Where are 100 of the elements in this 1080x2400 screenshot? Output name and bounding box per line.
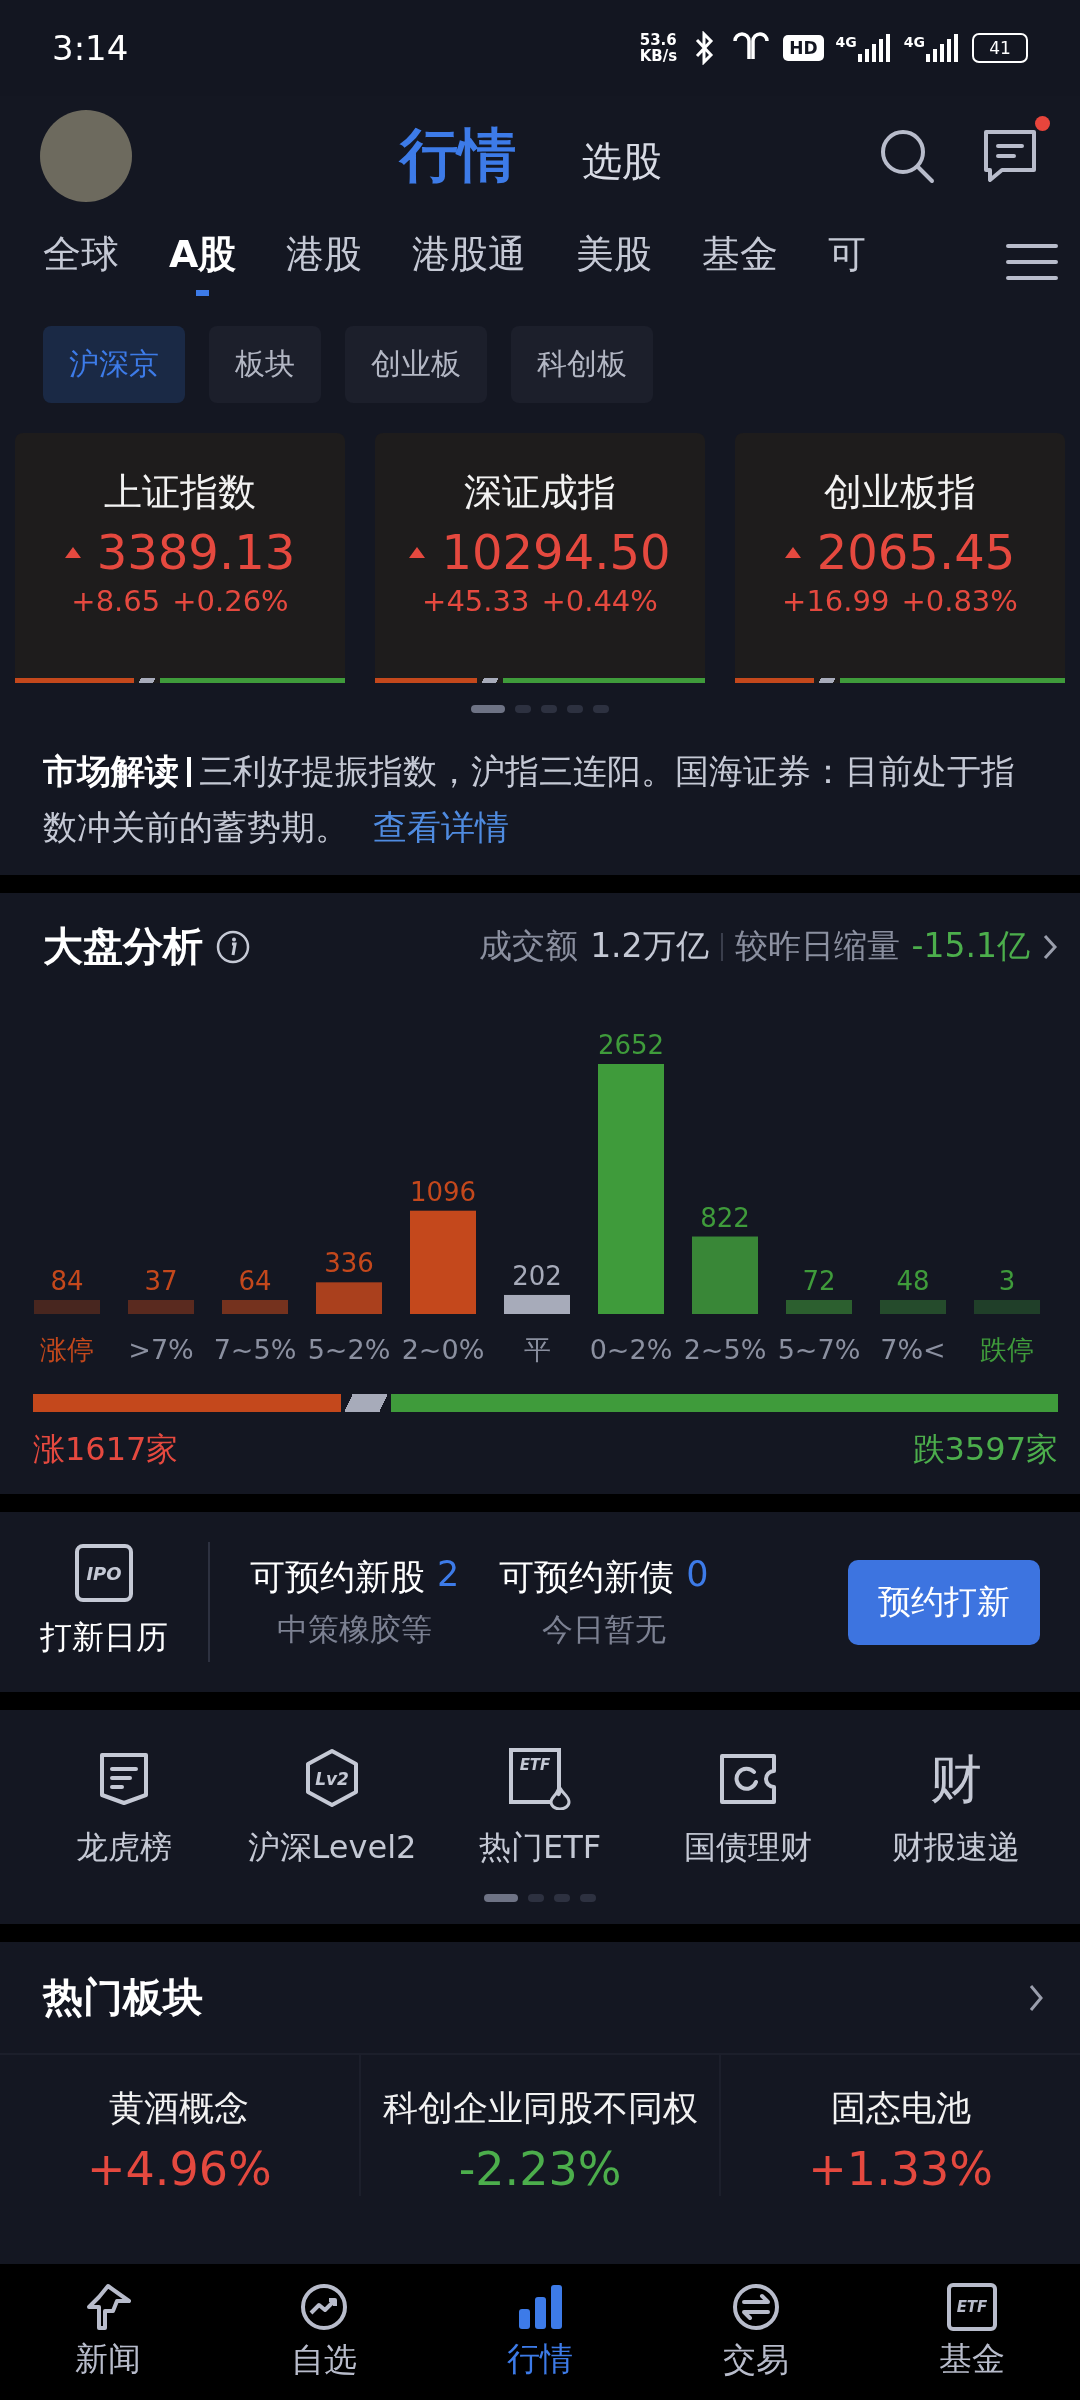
distribution-bar — [974, 1300, 1040, 1314]
market-tab[interactable]: 全球 — [43, 228, 119, 296]
flat-segment — [477, 678, 504, 683]
turnover-value: 1.2万亿 — [590, 925, 709, 967]
range-label: 平 — [523, 1334, 551, 1365]
index-percent: +0.44% — [541, 584, 658, 618]
ipo-item-label: 可预约新股 — [250, 1555, 425, 1599]
signal-icon — [926, 34, 960, 62]
range-label: 5~7% — [777, 1334, 861, 1365]
search-icon[interactable] — [878, 127, 936, 185]
distribution-bar — [34, 1300, 100, 1314]
sector-name[interactable]: 科创企业同股不同权 — [382, 2085, 698, 2132]
nav-tab[interactable]: 新闻 — [0, 2264, 216, 2400]
stock-count-label: 336 — [324, 1248, 374, 1279]
index-name: 深证成指 — [464, 469, 616, 516]
stock-count-label: 202 — [512, 1260, 562, 1291]
signal-icon — [857, 34, 892, 62]
market-tab[interactable]: 基金 — [702, 228, 779, 296]
nav-tab[interactable]: ETF 基金 — [864, 2264, 1080, 2400]
range-label: 0~2% — [589, 1334, 673, 1365]
stock-count-label: 3 — [998, 1266, 1016, 1296]
index-name: 创业板指 — [824, 469, 976, 516]
bar-chart-icon — [517, 2282, 563, 2331]
sector-name[interactable]: 黄酒概念 — [109, 2085, 250, 2132]
chevron-right-icon[interactable] — [1042, 932, 1058, 961]
range-label: 7~5% — [213, 1334, 297, 1365]
finance-glyph-icon[interactable]: 财 — [930, 1748, 982, 1810]
distribution-bar — [316, 1282, 382, 1314]
network-label: 4G — [835, 34, 857, 50]
index-price: 3389.13 — [96, 524, 296, 580]
market-filter-chip[interactable]: 科创板 — [511, 326, 653, 403]
ipo-item-count: 2 — [437, 1553, 460, 1596]
market-filter-chip[interactable]: 板块 — [209, 326, 321, 403]
network-label: 4G — [903, 34, 925, 50]
index-name: 上证指数 — [104, 469, 256, 516]
shortcut-label[interactable]: 国债理财 — [684, 1826, 812, 1870]
sector-change: -2.23% — [458, 2142, 622, 2196]
battery-indicator: 41 — [972, 33, 1028, 63]
ipo-item-note: 今日暂无 — [541, 1609, 666, 1649]
range-label: 跌停 — [980, 1334, 1034, 1365]
sector-change: +4.96% — [87, 2142, 272, 2196]
decliners-count: 跌3597家 — [912, 1429, 1058, 1470]
index-price: 10294.50 — [441, 524, 671, 580]
nav-tab[interactable]: 交易 — [648, 2264, 864, 2400]
range-label: >7% — [128, 1334, 194, 1365]
stock-count-label: 1096 — [409, 1176, 477, 1207]
chevron-right-icon[interactable] — [1028, 1982, 1044, 2013]
menu-icon[interactable] — [1006, 242, 1058, 282]
flat-segment — [814, 678, 841, 683]
stock-count-label: 48 — [896, 1266, 930, 1296]
index-percent: +0.26% — [172, 584, 289, 618]
shortcut-label[interactable]: 龙虎榜 — [76, 1826, 172, 1870]
market-commentary: 市场解读 三利好提振指数，沪指三连阳。国海证券：目前处于指数冲关前的蓄势期。 查看详情 — [43, 750, 1016, 849]
header-tab[interactable]: 选股 — [582, 134, 662, 189]
index-change: +16.99 — [782, 584, 890, 618]
index-card[interactable]: 上证指数 3389.13 +8.65 +0.26% — [15, 433, 345, 683]
distribution-bar — [128, 1300, 194, 1314]
market-filter-chip[interactable]: 创业板 — [345, 326, 487, 403]
index-card[interactable]: 创业板指 2065.45 +16.99 +0.83% — [735, 433, 1065, 683]
market-tab[interactable]: 可 — [828, 228, 867, 296]
range-label: 2~0% — [401, 1334, 485, 1365]
turnover-label: 成交额 — [479, 925, 579, 967]
market-tab[interactable]: 港股通 — [412, 228, 527, 296]
sector-change: +1.33% — [808, 2142, 993, 2196]
market-filter-chip[interactable]: 沪深京 — [43, 326, 185, 403]
details-link[interactable]: 查看详情 — [373, 807, 509, 847]
subscribe-button[interactable]: 预约打新 — [848, 1559, 1040, 1645]
distribution-bar — [504, 1294, 570, 1314]
etf-icon: ETF — [947, 2282, 997, 2331]
shortcut-label[interactable]: 热门ETF — [478, 1826, 602, 1870]
exchange-circle-icon — [731, 2281, 781, 2332]
volume-change-label: 较昨日缩量 — [734, 925, 900, 967]
shortcut-label[interactable]: 财报速递 — [892, 1826, 1020, 1870]
index-price: 2065.45 — [816, 524, 1016, 580]
index-card[interactable]: 深证成指 10294.50 +45.33 +0.44% — [375, 433, 705, 683]
header-tab[interactable]: 行情 — [400, 117, 516, 195]
distribution-bar — [880, 1300, 946, 1314]
market-tab[interactable]: 美股 — [576, 228, 653, 296]
hd-badge: HD — [783, 35, 824, 61]
advancers-count: 涨1617家 — [33, 1429, 179, 1470]
nav-tab[interactable]: 行情 — [432, 2264, 648, 2400]
distribution-bar — [786, 1300, 852, 1314]
ipo-item-label: 可预约新债 — [499, 1555, 675, 1599]
network-speed: 53.6 KB/s — [639, 32, 678, 64]
index-change: +45.33 — [422, 584, 530, 618]
ipo-calendar-icon[interactable]: IPO — [75, 1544, 133, 1602]
section-title: 热门板块 — [43, 1973, 203, 2022]
stock-count-label: 72 — [802, 1266, 836, 1296]
stock-count-label: 37 — [144, 1266, 178, 1296]
shortcut-label[interactable]: 沪深Level2 — [247, 1826, 417, 1870]
nav-tab[interactable]: 自选 — [216, 2264, 432, 2400]
market-tab[interactable]: A股 — [169, 228, 237, 296]
sector-name[interactable]: 固态电池 — [830, 2085, 971, 2132]
section-title: 大盘分析 — [43, 922, 203, 971]
stock-count-label: 2652 — [597, 1030, 665, 1060]
info-icon[interactable] — [215, 928, 251, 965]
market-tab[interactable]: 港股 — [286, 228, 363, 296]
up-triangle-icon — [64, 546, 81, 558]
range-label: 5~2% — [307, 1334, 391, 1365]
ipo-calendar-label: 打新日历 — [40, 1617, 168, 1658]
